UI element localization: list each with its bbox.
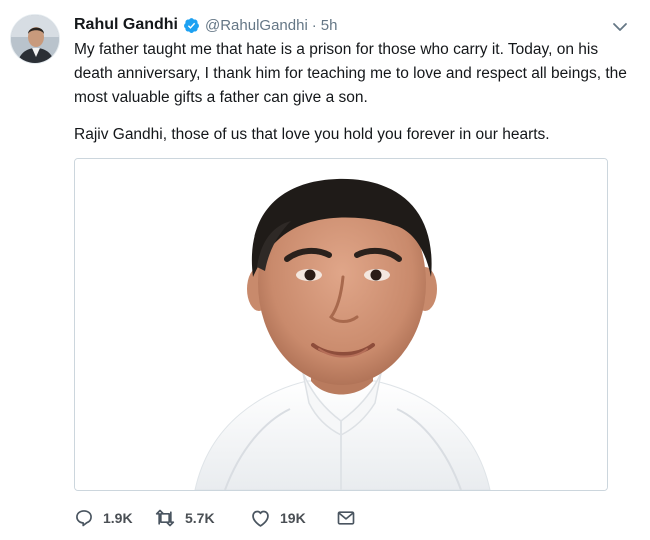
reply-count: 1.9K [103,510,133,526]
tweet-paragraph: Rajiv Gandhi, those of us that love you … [74,126,550,143]
retweet-count: 5.7K [185,510,215,526]
reply-button[interactable]: 1.9K [74,506,154,530]
tweet-header: Rahul Gandhi @RahulGandhi · 5h [74,14,337,36]
author-handle[interactable]: @RahulGandhi [205,17,308,34]
direct-message-button[interactable] [336,506,356,530]
like-icon [250,508,271,528]
tweet-actions: 1.9K 5.7K 19K [74,506,356,530]
tweet-text: My father taught me that hate is a priso… [74,38,634,147]
separator-dot: · [311,16,317,34]
retweet-button[interactable]: 5.7K [154,506,250,530]
like-count: 19K [280,510,306,526]
avatar[interactable] [10,14,60,64]
tweet-paragraph: My father taught me that hate is a priso… [74,41,627,106]
verified-badge-icon [183,17,200,34]
tweet-timestamp[interactable]: 5h [321,17,338,34]
author-name[interactable]: Rahul Gandhi [74,16,178,34]
tweet-card: Rahul Gandhi @RahulGandhi · 5h My father… [0,0,650,540]
reply-icon [74,508,94,528]
chevron-down-icon[interactable] [612,20,628,34]
direct-message-icon [336,509,356,527]
retweet-icon [154,508,176,528]
like-button[interactable]: 19K [250,506,336,530]
tweet-photo[interactable] [74,158,608,491]
